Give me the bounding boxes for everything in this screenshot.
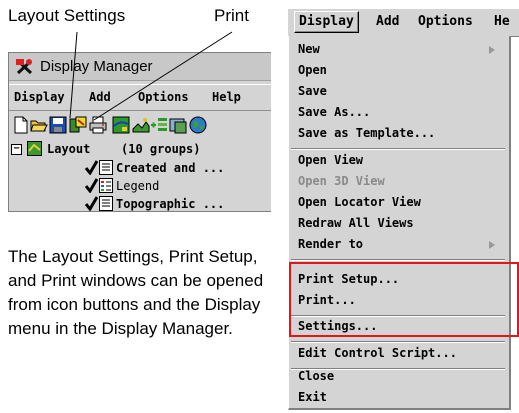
tree-row[interactable]: Legend: [9, 178, 271, 196]
tree-item-label: Legend: [116, 179, 160, 193]
text-layer-icon: [99, 196, 113, 211]
display-menu-panel: Display Add Options He New Open Save Sav…: [288, 8, 519, 410]
check-icon[interactable]: [85, 160, 98, 175]
legend-icon: [99, 178, 113, 193]
globe-icon[interactable]: [189, 116, 207, 134]
menu-item-redraw-all-views[interactable]: Redraw All Views: [298, 216, 414, 230]
tree-row[interactable]: Topographic ...: [9, 196, 271, 211]
group-icon[interactable]: [132, 116, 150, 134]
settings-icon[interactable]: [169, 116, 187, 134]
dm-toolbar: [9, 112, 271, 140]
menu-item-open-3d-view: Open 3D View: [298, 174, 385, 188]
layout-settings-icon[interactable]: [69, 116, 87, 134]
dm-menubar: Display Add Options Help: [9, 84, 271, 111]
check-icon[interactable]: [85, 196, 98, 211]
menu-item-open-view[interactable]: Open View: [298, 153, 363, 167]
menu-separator: [291, 341, 505, 343]
display-manager-icon: [16, 59, 33, 75]
callout-layout-settings: Layout Settings: [8, 6, 126, 25]
menu-item-open-locator-view[interactable]: Open Locator View: [298, 195, 421, 209]
menu-item-save[interactable]: Save: [298, 84, 327, 98]
menu-item-new[interactable]: New: [298, 42, 320, 56]
dm-menu-help[interactable]: Help: [212, 90, 241, 104]
menu-item-open[interactable]: Open: [298, 63, 327, 77]
open-folder-icon[interactable]: [30, 116, 48, 134]
dm-menu-display[interactable]: Display: [14, 90, 65, 104]
layer-icon[interactable]: [150, 116, 168, 134]
submenu-arrow-icon: [489, 241, 495, 249]
layout-tree: − Layout (10 groups) Created and ... Leg…: [9, 141, 271, 211]
window-title: Display Manager: [40, 58, 153, 75]
menu-add[interactable]: Add: [376, 14, 399, 29]
menu-help[interactable]: He: [494, 14, 510, 29]
display-manager-window: Display Manager Display Add Options Help: [8, 52, 271, 212]
menu-display[interactable]: Display: [294, 11, 359, 33]
print-icon[interactable]: [89, 116, 107, 134]
dm-menu-options[interactable]: Options: [138, 90, 189, 104]
check-icon[interactable]: [85, 178, 98, 193]
menu-item-save-as[interactable]: Save As...: [298, 105, 370, 119]
dm-menu-add[interactable]: Add: [89, 90, 111, 104]
collapse-icon[interactable]: −: [11, 144, 22, 155]
tree-row[interactable]: Created and ...: [9, 160, 271, 178]
new-icon[interactable]: [12, 116, 30, 134]
tree-root-count: (10 groups): [121, 142, 201, 156]
menu-options[interactable]: Options: [418, 14, 473, 29]
layout-icon: [27, 141, 42, 156]
map-icon[interactable]: [112, 116, 130, 134]
window-titlebar: Display Manager: [9, 53, 271, 81]
highlight-box: [289, 262, 519, 337]
tree-root-label: Layout: [47, 142, 91, 156]
tree-row-layout[interactable]: − Layout (10 groups): [9, 141, 271, 159]
menu-separator: [291, 259, 505, 261]
menu-separator: [291, 148, 505, 150]
menu-item-exit[interactable]: Exit: [298, 390, 327, 404]
menu-item-render-to[interactable]: Render to: [298, 237, 363, 251]
display-dropdown: New Open Save Save As... Save as Templat…: [288, 36, 519, 410]
menu-item-edit-control-script[interactable]: Edit Control Script...: [298, 346, 457, 360]
caption-text: The Layout Settings, Print Setup, and Pr…: [8, 247, 264, 338]
tree-item-label: Topographic ...: [116, 197, 225, 211]
submenu-arrow-icon: [489, 46, 495, 54]
menu-item-close[interactable]: Close: [298, 369, 334, 383]
callout-print: Print: [214, 6, 249, 25]
text-layer-icon: [99, 160, 113, 175]
save-icon[interactable]: [49, 116, 67, 134]
menu-header: Display Add Options He: [288, 8, 519, 37]
tree-item-label: Created and ...: [116, 161, 225, 175]
menu-item-save-as-template[interactable]: Save as Template...: [298, 126, 435, 140]
